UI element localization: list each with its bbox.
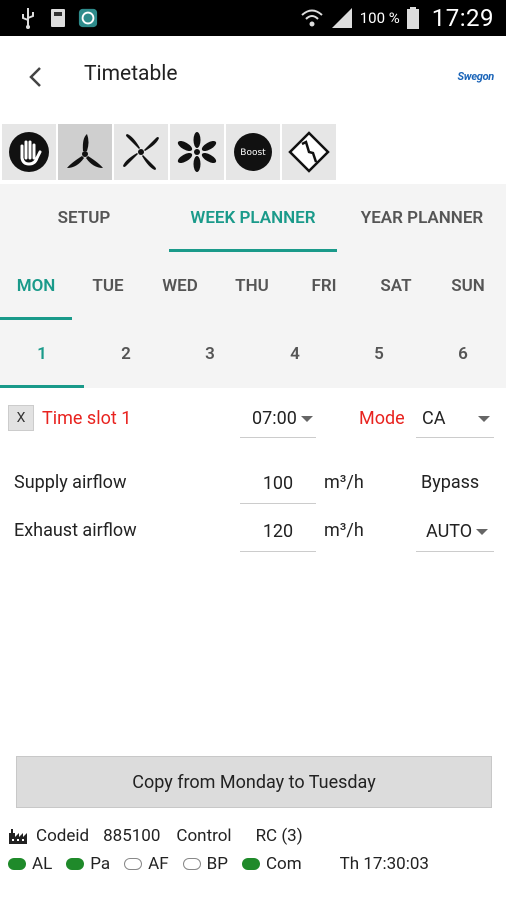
exhaust-airflow-unit: m³/h — [324, 520, 364, 541]
wifi-icon — [301, 9, 323, 27]
fan-high-button[interactable] — [170, 124, 224, 180]
exhaust-airflow-input[interactable]: 120 — [240, 512, 316, 552]
app-notification-icon — [78, 8, 98, 28]
device-info-row: Codeid 885100 Control RC (3) — [8, 826, 303, 846]
bypass-mode-select[interactable]: AUTO — [416, 512, 494, 552]
manual-mode-button[interactable] — [2, 124, 56, 180]
tab-setup[interactable]: SETUP — [0, 184, 168, 252]
day-tab-wed[interactable]: WED — [144, 252, 216, 320]
fan-medium-button[interactable] — [114, 124, 168, 180]
exhaust-airflow-value: 120 — [262, 521, 294, 542]
fan-high-icon — [177, 132, 217, 172]
day-tabs: MON TUE WED THU FRI SAT SUN — [0, 252, 506, 320]
indicator-pa-label: Pa — [90, 854, 111, 874]
chevron-down-icon — [300, 415, 313, 422]
tab-week-planner[interactable]: WEEK PLANNER — [169, 184, 337, 252]
led-pa-icon — [66, 858, 85, 870]
mode-value: CA — [422, 408, 446, 429]
slot-tab-4[interactable]: 4 — [253, 320, 337, 388]
clock: 17:29 — [431, 4, 494, 32]
day-tab-tue[interactable]: TUE — [72, 252, 144, 320]
led-bp-icon — [182, 858, 201, 870]
day-tab-thu[interactable]: THU — [216, 252, 288, 320]
copy-day-button[interactable]: Copy from Monday to Tuesday — [16, 756, 492, 808]
manual-hand-icon — [9, 132, 49, 172]
codeid-value: 885100 — [103, 826, 161, 846]
page-title: Timetable — [84, 62, 178, 86]
auto-curve-icon — [288, 131, 330, 173]
timeslot-title: Time slot 1 — [42, 408, 132, 429]
status-right-icons: 100 % 17:29 — [300, 4, 494, 32]
day-tab-sun[interactable]: SUN — [432, 252, 504, 320]
mode-label: Mode — [359, 408, 405, 429]
indicator-af-label: AF — [148, 854, 169, 874]
tab-year-planner[interactable]: YEAR PLANNER — [338, 184, 506, 252]
status-bar: 100 % 17:29 — [0, 0, 506, 36]
app-bar: Timetable Swegon — [0, 36, 506, 120]
signal-icon — [331, 8, 352, 28]
fan-low-button[interactable] — [58, 124, 112, 180]
fan-low-icon — [67, 134, 103, 168]
led-af-icon — [124, 858, 143, 870]
timeslot-tabs: 1 2 3 4 5 6 — [0, 320, 506, 388]
status-left-icons — [18, 6, 98, 30]
time-select[interactable]: 07:00 — [240, 400, 316, 438]
mode-button-bar: Boost — [2, 124, 336, 180]
back-arrow-icon[interactable] — [22, 62, 50, 92]
bypass-mode-value: AUTO — [426, 521, 473, 542]
boost-button[interactable]: Boost — [226, 124, 280, 180]
supply-airflow-value: 100 — [262, 473, 294, 494]
time-value: 07:00 — [252, 408, 297, 429]
supply-airflow-input[interactable]: 100 — [240, 464, 316, 504]
slot-tab-6[interactable]: 6 — [421, 320, 505, 388]
indicator-bp-label: BP — [206, 854, 228, 874]
led-com-icon — [241, 858, 260, 870]
boost-label: Boost — [240, 148, 266, 158]
slot-tab-3[interactable]: 3 — [168, 320, 252, 388]
indicator-com-label: Com — [265, 854, 302, 874]
mode-select[interactable]: CA — [416, 400, 494, 438]
factory-icon — [9, 829, 27, 844]
battery-icon — [406, 7, 419, 29]
battery-percent: 100 % — [359, 9, 400, 27]
fan-medium-icon — [123, 134, 159, 170]
codeid-label: Codeid — [36, 826, 90, 846]
supply-airflow-unit: m³/h — [324, 472, 364, 493]
chevron-down-icon — [478, 415, 490, 422]
status-indicators-row: AL Pa AF BP Com Th 17:30:03 — [8, 854, 429, 874]
control-label: Control — [176, 826, 232, 846]
remove-timeslot-button[interactable]: X — [8, 405, 34, 431]
led-al-icon — [8, 858, 26, 870]
sd-card-icon — [51, 9, 65, 27]
bypass-label: Bypass — [421, 472, 480, 493]
exhaust-airflow-label: Exhaust airflow — [14, 520, 137, 541]
day-tab-sat[interactable]: SAT — [360, 252, 432, 320]
brand-logo: Swegon — [457, 70, 495, 83]
usb-icon — [22, 8, 34, 29]
boost-icon: Boost — [234, 133, 272, 171]
planner-tabs: SETUP WEEK PLANNER YEAR PLANNER — [0, 184, 506, 252]
day-tab-mon[interactable]: MON — [0, 252, 72, 320]
indicator-al-label: AL — [32, 854, 53, 874]
supply-airflow-label: Supply airflow — [14, 472, 127, 493]
slot-tab-5[interactable]: 5 — [337, 320, 421, 388]
day-tab-fri[interactable]: FRI — [288, 252, 360, 320]
auto-mode-button[interactable] — [282, 124, 336, 180]
device-datetime: Th 17:30:03 — [339, 854, 429, 874]
slot-tab-2[interactable]: 2 — [84, 320, 168, 388]
slot-tab-1[interactable]: 1 — [0, 320, 84, 388]
chevron-down-icon — [476, 528, 489, 535]
control-value: RC (3) — [255, 826, 303, 846]
